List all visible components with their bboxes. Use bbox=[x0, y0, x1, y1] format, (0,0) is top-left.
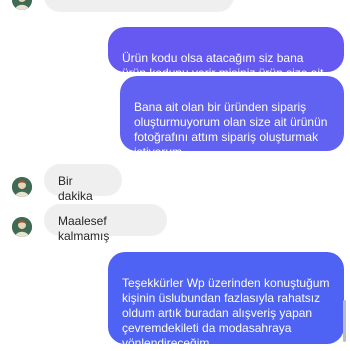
avatar[interactable] bbox=[12, 0, 32, 10]
message-bubble-incoming[interactable] bbox=[44, 0, 234, 12]
message-bubble-incoming[interactable]: Maalesef kalmamış bbox=[44, 204, 167, 243]
scrollbar[interactable] bbox=[343, 300, 346, 342]
message-bubble-outgoing[interactable]: Teşekkürler Wp üzerinden konuştuğum kişi… bbox=[108, 252, 344, 350]
avatar[interactable] bbox=[12, 177, 32, 197]
message-text: Bana ait olan bir üründen sipariş oluştu… bbox=[134, 100, 328, 159]
avatar[interactable] bbox=[12, 217, 32, 237]
message-bubble-outgoing[interactable]: Bana ait olan bir üründen sipariş oluştu… bbox=[120, 76, 344, 159]
message-bubble-incoming[interactable]: Bir dakika bbox=[44, 164, 122, 203]
message-text: Bir dakika bbox=[58, 174, 93, 203]
profile-avatar-icon bbox=[12, 217, 32, 237]
message-text: Teşekkürler Wp üzerinden konuştuğum kişi… bbox=[122, 276, 330, 350]
profile-avatar-icon bbox=[12, 177, 32, 197]
message-bubble-outgoing[interactable]: Ürün kodu olsa atacağım siz bana ürün ko… bbox=[108, 27, 344, 80]
profile-avatar-icon bbox=[12, 0, 32, 10]
message-text: Maalesef kalmamış bbox=[58, 214, 110, 243]
